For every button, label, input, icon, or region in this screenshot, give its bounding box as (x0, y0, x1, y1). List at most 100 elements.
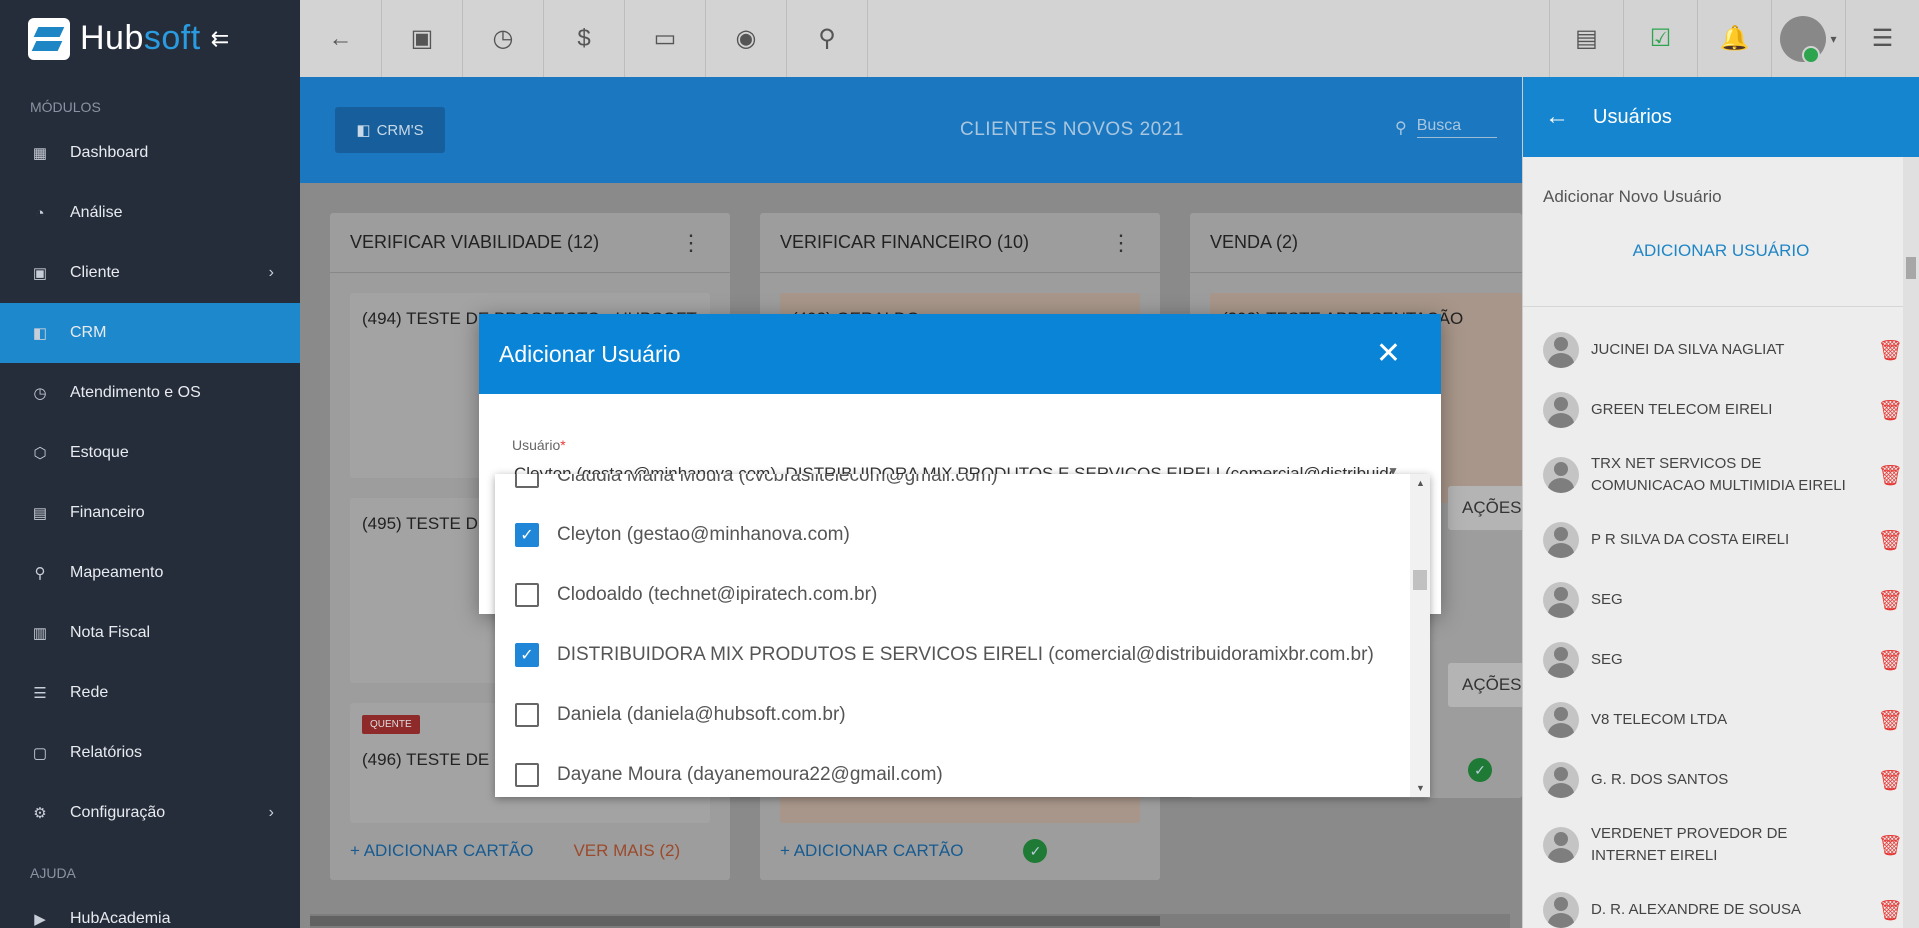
required-mark: * (560, 437, 566, 453)
sidebar-item-relatorios[interactable]: ▢ Relatórios (0, 723, 300, 783)
sidebar-item-crm[interactable]: ◧ CRM (0, 303, 300, 363)
check-circle-icon: ✓ (1023, 839, 1048, 863)
close-icon[interactable]: ✕ (1376, 336, 1401, 371)
avatar (1543, 457, 1579, 493)
finance-button[interactable]: $ (544, 0, 625, 77)
user-name: V8 TELECOM LTDA (1591, 710, 1728, 728)
user-name: G. R. DOS SANTOS (1591, 770, 1729, 788)
search-icon: ⚲ (818, 25, 836, 52)
users-panel: ← Usuários Adicionar Novo Usuário ADICION… (1522, 77, 1919, 928)
option-clodoaldo[interactable]: Clodoaldo (technet@ipiratech.com.br) (495, 565, 1410, 625)
scroll-up-icon[interactable]: ▲ (1416, 478, 1425, 488)
option-dayane[interactable]: Dayane Moura (dayanemoura22@gmail.com) (495, 745, 1410, 797)
terminal-button[interactable]: ▭ (625, 0, 706, 77)
checkbox-checked[interactable]: ✓ (515, 643, 539, 667)
checkbox-checked[interactable]: ✓ (515, 523, 539, 547)
sidebar-item-label: Relatórios (70, 744, 143, 761)
column-header: VERIFICAR FINANCEIRO (10) ⋮ (760, 213, 1160, 273)
arrow-left-icon[interactable]: ← (1545, 103, 1569, 131)
chevron-down-icon: ▾ (1830, 31, 1837, 46)
pdf-button[interactable]: ▤ (1549, 0, 1623, 77)
brand-hub: Hub (80, 19, 144, 57)
sidebar-item-hubacademia[interactable]: ▶ HubAcademia (0, 889, 300, 928)
trash-icon[interactable]: 🗑 (1878, 768, 1903, 793)
crm-search[interactable]: ⚲ Busca (1395, 117, 1497, 138)
menu-list-button[interactable]: ☰ (1845, 0, 1919, 77)
search-input[interactable]: Busca (1416, 117, 1497, 138)
users-panel-title: Usuários (1593, 105, 1672, 128)
trash-icon[interactable]: 🗑 (1878, 898, 1903, 923)
option-cleyton[interactable]: ✓ Cleyton (gestao@minhanova.com) (495, 505, 1410, 565)
scroll-down-icon[interactable]: ▼ (1416, 783, 1425, 793)
video-icon: ▶ (34, 911, 46, 928)
sidebar-item-dashboard[interactable]: ▦ Dashboard (0, 123, 300, 183)
avatar (1543, 582, 1579, 618)
trash-icon[interactable]: 🗑 (1878, 463, 1903, 488)
user-name: SEG (1591, 650, 1623, 668)
sidebar-item-label: Cliente (70, 264, 120, 281)
board-scrollbar[interactable] (310, 914, 1510, 928)
sidebar-item-label: Configuração (70, 804, 166, 821)
option-label: Cleyton (gestao@minhanova.com) (557, 524, 850, 545)
search-button[interactable]: ⚲ (787, 0, 868, 77)
sidebar-item-cliente[interactable]: ▣ Cliente › (0, 243, 300, 303)
trash-icon[interactable]: 🗑 (1878, 648, 1903, 673)
checkbox[interactable] (515, 763, 539, 787)
scrollbar-thumb[interactable] (1413, 570, 1427, 590)
users-panel-scrollbar[interactable] (1903, 157, 1919, 928)
list-item: VERDENET PROVEDOR DE INTERNET EIRELI 🗑 (1523, 810, 1903, 880)
more-vertical-icon[interactable]: ⋮ (1110, 230, 1132, 256)
back-button[interactable]: ← (300, 0, 382, 77)
scrollbar-thumb[interactable] (310, 916, 1160, 926)
user-name: D. R. ALEXANDRE DE SOUSA (1591, 900, 1802, 918)
add-card-button[interactable]: + ADICIONAR CARTÃO (780, 841, 963, 861)
column-header: VERIFICAR VIABILIDADE (12) ⋮ (330, 213, 730, 273)
more-vertical-icon[interactable]: ⋮ (680, 230, 702, 256)
avatar (1780, 15, 1827, 64)
trash-icon[interactable]: 🗑 (1878, 833, 1903, 858)
dropdown-scrollbar[interactable]: ▲ ▼ (1410, 474, 1430, 797)
trash-icon[interactable]: 🗑 (1878, 528, 1903, 553)
trash-icon[interactable]: 🗑 (1878, 708, 1903, 733)
alerts-button[interactable]: 🔔 (1697, 0, 1771, 77)
option-daniela[interactable]: Daniela (daniela@hubsoft.com.br) (495, 685, 1410, 745)
sidebar-item-financeiro[interactable]: ▤ Financeiro (0, 483, 300, 543)
checkbox[interactable] (515, 474, 539, 488)
sidebar-item-atendimento[interactable]: ◷ Atendimento e OS (0, 363, 300, 423)
add-card-button[interactable]: + ADICIONAR CARTÃO (350, 841, 533, 861)
sidebar-item-label: Rede (70, 684, 109, 701)
add-user-button[interactable]: ADICIONAR USUÁRIO (1633, 241, 1810, 260)
users-panel-header: ← Usuários (1523, 77, 1919, 157)
option-claudia[interactable]: Claudia Maria Moura (cvcbrasiltelecom@gm… (495, 474, 1410, 506)
modal-header: Adicionar Usuário ✕ (479, 314, 1441, 394)
sidebar-item-rede[interactable]: ☰ Rede (0, 663, 300, 723)
checkbox[interactable] (515, 703, 539, 727)
user-field-label-text: Usuário (512, 437, 561, 453)
sidebar-item-label: Dashboard (70, 144, 149, 161)
sidebar-item-nota-fiscal[interactable]: ▥ Nota Fiscal (0, 603, 300, 663)
option-label: Dayane Moura (dayanemoura22@gmail.com) (557, 764, 943, 785)
sidebar-item-analise[interactable]: ◔ Análise (0, 183, 300, 243)
tasks-button[interactable]: ☑ (1623, 0, 1697, 77)
trash-icon[interactable]: 🗑 (1878, 588, 1903, 613)
crms-button[interactable]: ◧ CRM'S (335, 107, 445, 153)
view-button[interactable]: ◉ (706, 0, 787, 77)
sidebar-item-estoque[interactable]: ⬡ Estoque (0, 423, 300, 483)
scrollbar-thumb[interactable] (1906, 257, 1916, 279)
sidebar-item-mapeamento[interactable]: ⚲ Mapeamento (0, 543, 300, 603)
user-menu[interactable]: ▾ (1771, 0, 1845, 77)
trash-icon[interactable]: 🗑 (1878, 338, 1903, 363)
column-title: VERIFICAR VIABILIDADE (12) (350, 232, 600, 252)
avatar (1543, 642, 1579, 678)
clients-button[interactable]: ▣ (382, 0, 463, 77)
users-list: JUCINEI DA SILVA NAGLIAT 🗑 GREEN TELECOM … (1523, 320, 1903, 928)
checkbox[interactable] (515, 583, 539, 607)
schedule-button[interactable]: ◷ (463, 0, 544, 77)
collapse-sidebar-icon[interactable]: ⇇ (211, 26, 229, 52)
see-more-button[interactable]: VER MAIS (2) (573, 841, 680, 861)
sidebar-item-configuracao[interactable]: ⚙ Configuração › (0, 783, 300, 843)
trash-icon[interactable]: 🗑 (1878, 398, 1903, 423)
list-item: G. R. DOS SANTOS 🗑 (1523, 750, 1903, 810)
option-distribuidora-mix[interactable]: ✓ DISTRIBUIDORA MIX PRODUTOS E SERVICOS E… (495, 625, 1410, 685)
user-name: VERDENET PROVEDOR DE INTERNET EIRELI (1591, 824, 1788, 865)
